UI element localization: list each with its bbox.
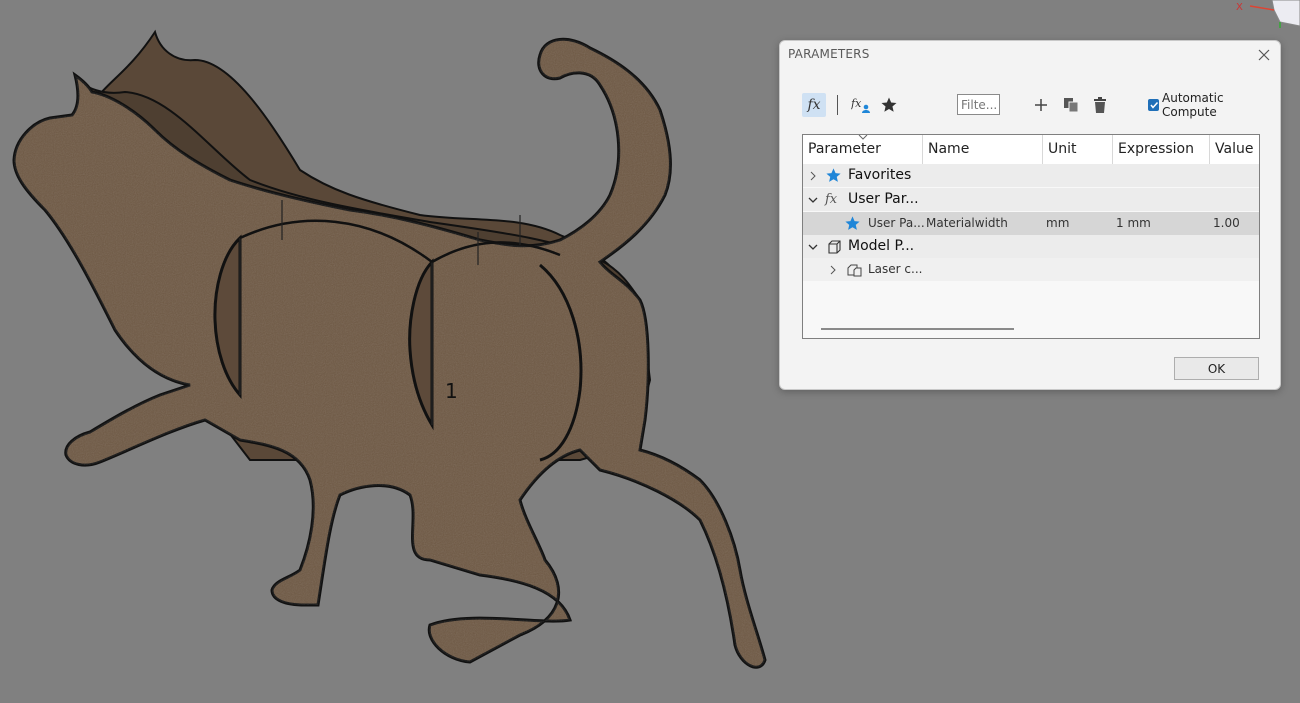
automatic-compute-checkbox[interactable]: Automatic Compute: [1148, 91, 1272, 119]
column-header-unit[interactable]: Unit: [1043, 135, 1112, 164]
user-parameters-label: User Par...: [848, 191, 919, 207]
chevron-down-icon[interactable]: [808, 188, 818, 211]
unit-cell[interactable]: mm: [1046, 212, 1069, 235]
checkbox-checked-icon: [1148, 99, 1159, 111]
expression-cell[interactable]: 1 mm: [1116, 212, 1151, 235]
star-icon[interactable]: [844, 212, 861, 235]
toolbar-divider: [837, 95, 838, 115]
component-icon: [846, 258, 862, 281]
name-cell[interactable]: Materialwidth: [926, 212, 1008, 235]
user-fx-icon[interactable]: fx: [850, 93, 872, 117]
user-parameters-group-row[interactable]: fx User Par...: [803, 188, 1259, 211]
table-header: Parameter Name Unit Expression Value: [803, 135, 1259, 164]
close-icon[interactable]: [1256, 47, 1272, 63]
automatic-compute-label: Automatic Compute: [1162, 91, 1224, 119]
chevron-right-icon[interactable]: [829, 258, 837, 281]
table-row[interactable]: Laser c...: [803, 258, 1259, 281]
filter-input[interactable]: [957, 94, 1000, 115]
value-cell: 1.00: [1213, 216, 1240, 230]
table-row[interactable]: User Pa... Materialwidth mm 1 mm 1.00: [803, 212, 1259, 235]
svg-text:fx: fx: [851, 97, 862, 110]
dialog-title: PARAMETERS: [788, 47, 870, 61]
column-header-expression[interactable]: Expression: [1113, 135, 1209, 164]
ok-button[interactable]: OK: [1174, 357, 1259, 380]
dialog-toolbar: fx fx Filte... Automatic Compute: [802, 91, 1272, 119]
favorites-label: Favorites: [848, 167, 912, 183]
parameters-table: Parameter Name Unit Expression Value Fav…: [802, 134, 1260, 339]
part-number-label: 1: [445, 379, 458, 403]
laser-component-label: Laser c...: [868, 262, 923, 276]
chevron-right-icon[interactable]: [809, 164, 817, 187]
plus-icon[interactable]: [1032, 93, 1050, 117]
viewcube[interactable]: X: [1230, 0, 1300, 28]
favorites-group-row[interactable]: Favorites: [803, 164, 1259, 187]
viewcube-axis-label: X: [1236, 2, 1243, 13]
model-cube-icon: [826, 235, 842, 258]
chevron-down-icon[interactable]: [808, 235, 818, 258]
horizontal-scrollbar[interactable]: [821, 328, 1014, 330]
model-parameters-group-row[interactable]: Model P...: [803, 235, 1259, 258]
trash-icon[interactable]: [1090, 93, 1110, 117]
copy-icon[interactable]: [1061, 93, 1081, 117]
model-parameters-label: Model P...: [848, 238, 915, 254]
column-header-name[interactable]: Name: [923, 135, 1042, 164]
fx-icon[interactable]: fx: [802, 93, 826, 117]
star-icon[interactable]: [878, 93, 900, 117]
parameters-dialog: PARAMETERS fx fx Filte... Automatic Comp…: [779, 40, 1281, 390]
column-header-value[interactable]: Value: [1210, 135, 1259, 164]
sort-chevron-icon: [858, 135, 868, 140]
fx-icon: fx: [825, 192, 838, 207]
star-icon: [825, 164, 842, 187]
parameter-cell: User Pa...: [868, 216, 925, 230]
